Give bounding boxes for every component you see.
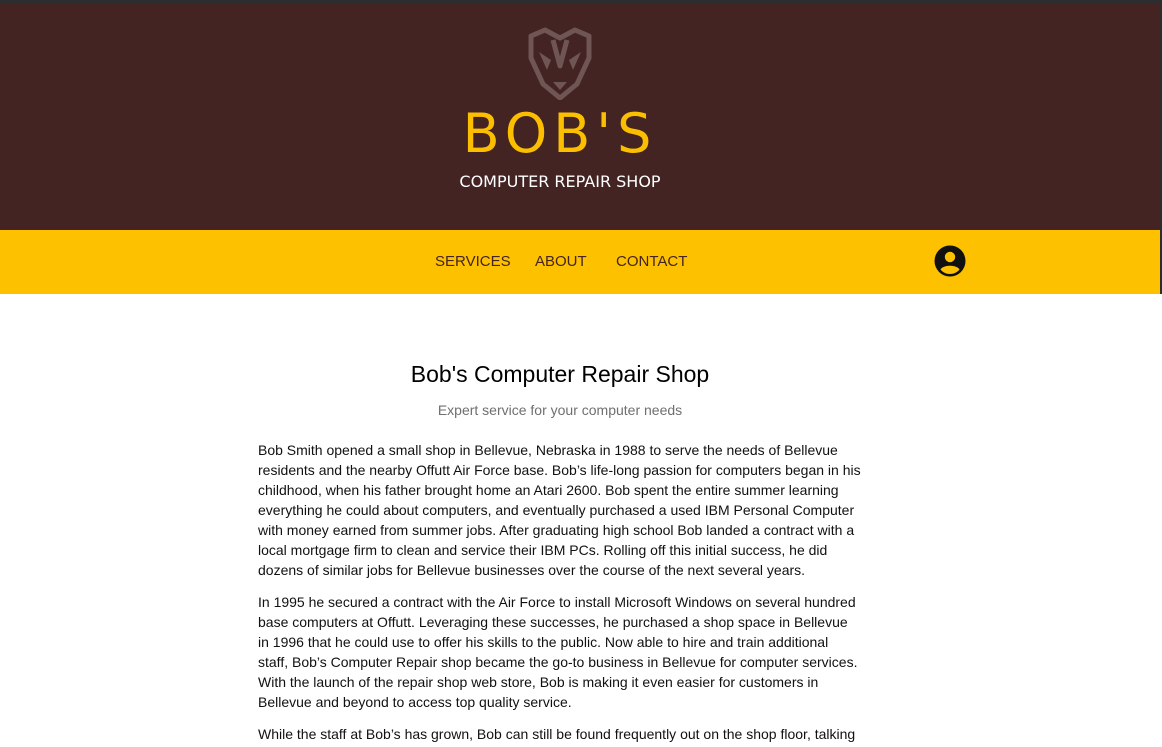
main-content: Bob's Computer Repair Shop Expert servic…: [258, 358, 862, 744]
about-paragraph: While the staff at Bob’s has grown, Bob …: [258, 726, 856, 742]
nav-link-about[interactable]: ABOUT: [535, 251, 587, 273]
nav-link-services[interactable]: SERVICES: [435, 251, 511, 273]
brand-name: BOB'S: [462, 102, 658, 165]
about-paragraph: Bob Smith opened a small shop in Bellevu…: [258, 442, 861, 578]
page-subtitle: Expert service for your computer needs: [437, 402, 683, 418]
nav-link-contact[interactable]: CONTACT: [616, 251, 687, 273]
site-header: BOB'S COMPUTER REPAIR SHOP: [0, 3, 1160, 230]
about-paragraph: In 1995 he secured a contract with the A…: [258, 594, 858, 710]
page-title: Bob's Computer Repair Shop: [410, 361, 710, 387]
brand-subtitle: COMPUTER REPAIR SHOP: [459, 172, 661, 191]
badger-logo-icon: [528, 27, 592, 100]
account-circle-icon[interactable]: [934, 245, 966, 277]
